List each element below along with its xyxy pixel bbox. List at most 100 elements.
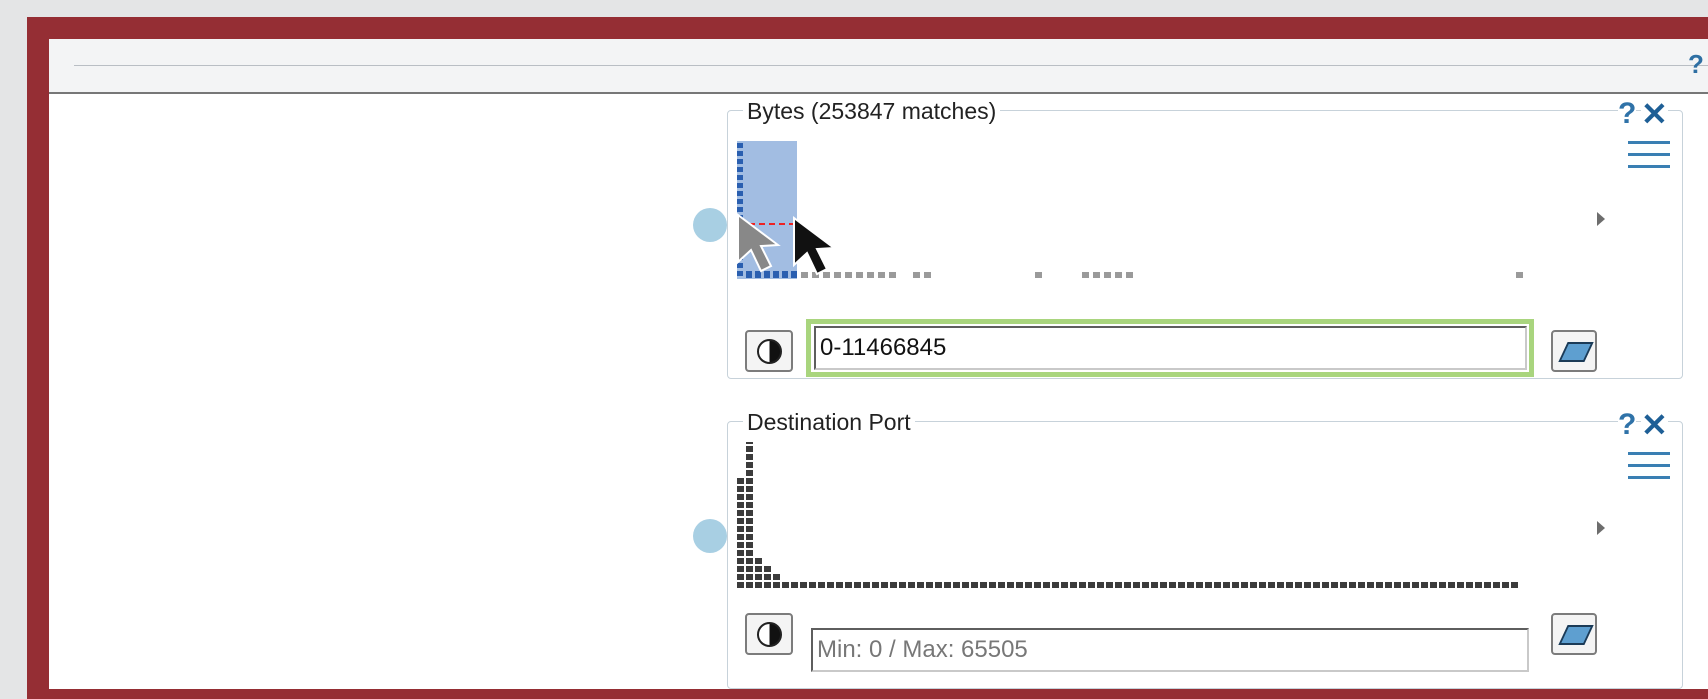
expand-triangle-icon[interactable] (1597, 212, 1605, 226)
histogram-dot (746, 558, 753, 564)
histogram-dot (1025, 582, 1032, 588)
histogram-dot (737, 494, 744, 500)
histogram-dot (962, 582, 969, 588)
filter-canvas: ? Bytes (253847 matches) ? ✕ 0-11466845 … (49, 39, 1708, 689)
invert-toggle-button[interactable] (745, 613, 793, 655)
histogram-dot (773, 582, 780, 588)
destination-port-histogram[interactable] (737, 442, 1587, 602)
histogram-dot (746, 566, 753, 572)
close-button[interactable]: ✕ (1641, 98, 1668, 130)
histogram-dot (1385, 582, 1392, 588)
histogram-dot (737, 574, 744, 580)
bytes-filter-panel: Bytes (253847 matches) ? ✕ (693, 98, 1683, 379)
histogram-dot (737, 518, 744, 524)
panel-title: Destination Port (743, 409, 915, 436)
histogram-dot (953, 582, 960, 588)
histogram-dot (1394, 582, 1401, 588)
invert-toggle-button[interactable] (745, 330, 793, 372)
histogram-dot (1457, 582, 1464, 588)
histogram-dot (1358, 582, 1365, 588)
histogram-dot (755, 558, 762, 564)
help-button[interactable]: ? (1618, 410, 1637, 440)
half-circle-icon (757, 622, 782, 647)
histogram-dot (737, 582, 744, 588)
histogram-dot (1241, 582, 1248, 588)
histogram-dot (1250, 582, 1257, 588)
bytes-histogram[interactable] (737, 131, 1587, 291)
histogram-dot (827, 582, 834, 588)
histogram-dot (1322, 582, 1329, 588)
histogram-dot (1007, 582, 1014, 588)
histogram-dot (1187, 582, 1194, 588)
range-input[interactable] (811, 628, 1529, 672)
histogram-bars (737, 442, 1518, 588)
histogram-dot (1079, 582, 1086, 588)
histogram-dot (1223, 582, 1230, 588)
histogram-dot (845, 582, 852, 588)
help-button[interactable]: ? (1618, 99, 1637, 129)
histogram-dot (737, 566, 744, 572)
histogram-dot (908, 582, 915, 588)
hamburger-menu-icon[interactable] (1628, 452, 1670, 494)
histogram-dot (746, 542, 753, 548)
histogram-dot (791, 582, 798, 588)
histogram-dot (1493, 582, 1500, 588)
histogram-dot (1106, 582, 1113, 588)
histogram-dot (1169, 582, 1176, 588)
histogram-dot (746, 534, 753, 540)
histogram-dot (1466, 582, 1473, 588)
histogram-dot (737, 542, 744, 548)
histogram-dot (746, 582, 753, 588)
histogram-dot (809, 582, 816, 588)
histogram-dot (1070, 582, 1077, 588)
histogram-dot (755, 574, 762, 580)
histogram-dot (1160, 582, 1167, 588)
histogram-dot (1151, 582, 1158, 588)
histogram-dot (737, 550, 744, 556)
histogram-dot (746, 470, 753, 476)
close-button[interactable]: ✕ (1641, 409, 1668, 441)
histogram-dot (935, 582, 942, 588)
histogram-dot (1439, 582, 1446, 588)
histogram-dot (755, 566, 762, 572)
range-input[interactable] (814, 326, 1527, 370)
histogram-dot (737, 502, 744, 508)
histogram-dot (1286, 582, 1293, 588)
histogram-dot (1259, 582, 1266, 588)
histogram-dot (746, 494, 753, 500)
histogram-dot (737, 510, 744, 516)
histogram-dot (1142, 582, 1149, 588)
histogram-dot (746, 510, 753, 516)
histogram-dot (1304, 582, 1311, 588)
drag-handle[interactable] (693, 208, 727, 242)
histogram-dot (926, 582, 933, 588)
histogram-dot (782, 582, 789, 588)
histogram-dot (1052, 582, 1059, 588)
histogram-dot (1277, 582, 1284, 588)
histogram-dot (737, 478, 744, 484)
app-frame: ? Bytes (253847 matches) ? ✕ 0-11466845 … (27, 17, 1708, 699)
histogram-dot (1214, 582, 1221, 588)
histogram-dot (863, 582, 870, 588)
histogram-dot (998, 582, 1005, 588)
histogram-dot (1331, 582, 1338, 588)
global-help-button[interactable]: ? (1688, 49, 1708, 80)
drag-handle[interactable] (693, 519, 727, 553)
histogram-dot (746, 574, 753, 580)
histogram-dot (737, 486, 744, 492)
histogram-dot (890, 582, 897, 588)
histogram-dot (1034, 582, 1041, 588)
clear-button[interactable] (1551, 330, 1597, 372)
histogram-dot (746, 550, 753, 556)
histogram-dot (746, 462, 753, 468)
hamburger-menu-icon[interactable] (1628, 141, 1670, 183)
histogram-dot (1511, 582, 1518, 588)
histogram-dot (899, 582, 906, 588)
histogram-dot (1340, 582, 1347, 588)
toolbar-divider (74, 65, 1708, 66)
histogram-dot (1448, 582, 1455, 588)
histogram-dot (1421, 582, 1428, 588)
expand-triangle-icon[interactable] (1597, 521, 1605, 535)
clear-button[interactable] (1551, 613, 1597, 655)
histogram-dot (1232, 582, 1239, 588)
